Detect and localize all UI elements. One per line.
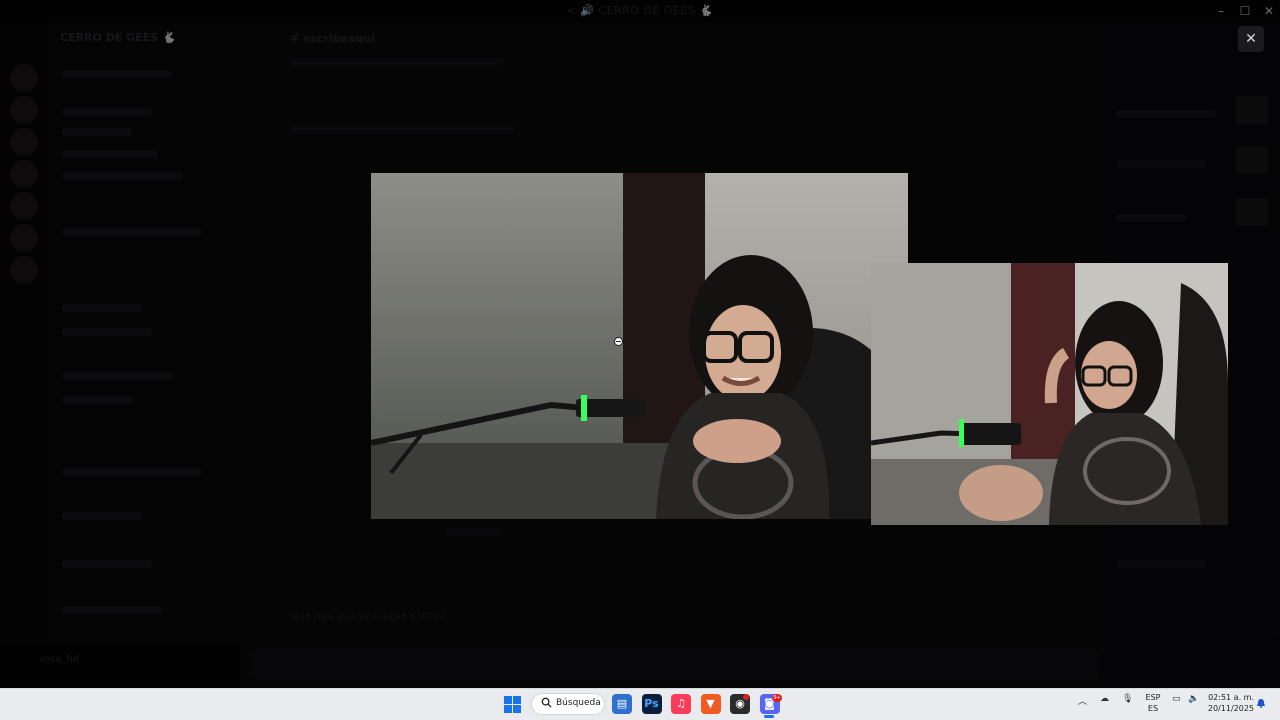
onedrive-icon[interactable]: ☁ [1100, 694, 1109, 704]
discord-badge: 9+ [772, 694, 782, 702]
notification-bell-icon[interactable] [1256, 698, 1266, 708]
pip-stream-frame [871, 263, 1228, 525]
volume-icon[interactable]: 🔈 [1188, 694, 1199, 704]
keyboard-code: ES [1147, 704, 1159, 713]
active-app-indicator [764, 715, 774, 718]
clock-time: 02:51 a. m. [1208, 693, 1254, 702]
start-button[interactable] [502, 694, 522, 714]
microphone-icon[interactable]: 🎙 [1122, 694, 1133, 704]
system-clock[interactable]: 02:51 a. m. 20/11/2025 [1206, 692, 1254, 714]
language-indicator[interactable]: ESP ES [1144, 692, 1162, 714]
language-code: ESP [1145, 693, 1161, 702]
search-icon [541, 697, 552, 708]
screen: < 🔊 CERRO DE GEES 🐇 – ☐ ✕ CERRO DE GEES … [0, 0, 1280, 720]
file-explorer-icon[interactable]: ▤ [612, 694, 632, 714]
clock-date: 20/11/2025 [1207, 704, 1254, 713]
mouse-cursor [614, 337, 623, 346]
close-viewer-button[interactable]: ✕ [1238, 26, 1264, 52]
main-stream-video[interactable] [371, 173, 908, 519]
photoshop-icon[interactable]: Ps [641, 694, 662, 714]
search-label: Búsqueda [556, 698, 601, 708]
brave-icon[interactable]: ▼ [700, 694, 721, 714]
notification-dot [743, 694, 749, 700]
windows-taskbar [0, 688, 1280, 720]
main-stream-frame [371, 173, 908, 519]
network-icon[interactable]: ▭ [1172, 694, 1181, 704]
pip-stream-video[interactable] [871, 263, 1228, 525]
music-icon[interactable]: ♫ [671, 694, 691, 714]
chevron-up-icon[interactable]: ︿ [1078, 694, 1087, 707]
